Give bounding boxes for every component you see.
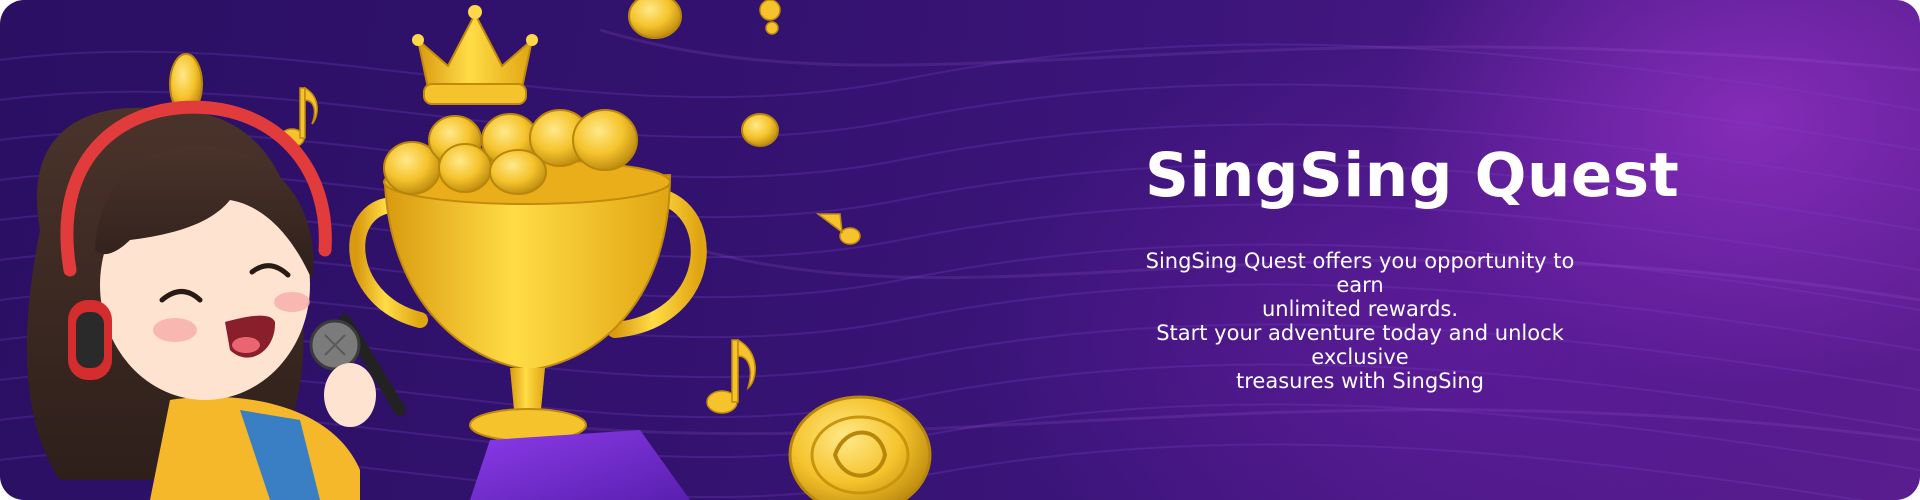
trophy-icon xyxy=(349,159,707,500)
singsing-quest-banner[interactable]: SingSing Quest SingSing Quest offers you… xyxy=(0,0,1920,500)
banner-title: SingSing Quest xyxy=(1145,140,1680,211)
description-line: unlimited rewards. xyxy=(1261,297,1459,321)
music-note-icon xyxy=(759,0,781,35)
description-line: SingSing Quest offers you opportunity to… xyxy=(1145,249,1575,297)
illustration xyxy=(26,0,932,500)
singer-character xyxy=(26,100,406,500)
music-note-icon xyxy=(706,338,756,414)
music-note-icon xyxy=(815,213,861,245)
banner-description: SingSing Quest offers you opportunity to… xyxy=(1120,249,1600,393)
description-line: Start your adventure today and unlock ex… xyxy=(1156,321,1564,369)
coin-icon xyxy=(628,0,682,39)
crown-icon xyxy=(412,5,538,105)
coin-icon xyxy=(741,113,779,147)
coin-icon xyxy=(788,395,932,500)
description-line: treasures with SingSing xyxy=(1236,369,1484,393)
